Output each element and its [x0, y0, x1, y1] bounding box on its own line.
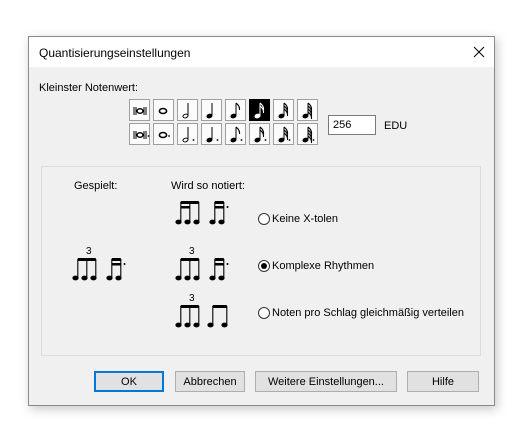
note-button-sixteenth[interactable] [249, 99, 270, 121]
note-button-dotted-quarter[interactable] [201, 123, 222, 145]
played-tuplet-number: 3 [86, 246, 92, 257]
note-button-sixty-fourth[interactable] [297, 99, 318, 121]
dotted-sixteenth-note-icon [254, 126, 267, 143]
played-rhythm-icon: 3 [72, 246, 126, 281]
radio-no-tuplets[interactable]: Keine X-tolen [258, 212, 338, 226]
note-button-quarter[interactable] [201, 99, 222, 121]
dotted-breve-note-icon [133, 131, 150, 139]
radio-evenly-distribute[interactable]: Noten pro Schlag gleichmäßig verteilen [258, 306, 464, 320]
note-button-half[interactable] [177, 99, 198, 121]
radio-evenly-distribute-circle[interactable] [258, 307, 270, 319]
quantization-dialog: Quantisierungseinstellungen Kleinster No… [28, 36, 495, 406]
eighth-note-icon [230, 102, 241, 119]
whole-note-icon [158, 107, 168, 115]
played-rhythm: 3 [71, 245, 141, 283]
title-bar: Quantisierungseinstellungen [29, 37, 494, 67]
help-button[interactable]: Hilfe [407, 371, 479, 392]
played-label: Gespielt: [74, 180, 118, 192]
rhythm-complex: 3 [174, 245, 244, 283]
note-button-dotted-thirty-second[interactable] [273, 123, 294, 145]
sixty-fourth-note-icon [302, 102, 313, 120]
breve-note-icon [133, 107, 147, 115]
dotted-thirty-second-note-icon [278, 126, 291, 143]
edu-value-input[interactable] [328, 115, 376, 135]
close-button[interactable] [464, 37, 494, 67]
complex-tuplet-number: 3 [189, 246, 195, 257]
dotted-quarter-note-icon [206, 127, 219, 143]
radio-complex-rhythms[interactable]: Komplexe Rhythmen [258, 259, 374, 273]
rhythm-evenly-distributed: 3 [174, 292, 244, 330]
ok-button[interactable]: OK [94, 371, 164, 392]
rhythm-evenly-icon: 3 [175, 293, 228, 328]
sixteenth-note-icon [254, 102, 265, 119]
dotted-sixty-fourth-note-icon [302, 126, 315, 144]
rhythm-no-tuplets [174, 191, 244, 227]
half-note-icon [182, 103, 189, 119]
radio-no-tuplets-circle[interactable] [258, 213, 270, 225]
note-button-eighth[interactable] [225, 99, 246, 121]
note-button-breve[interactable] [129, 99, 150, 121]
radio-complex-rhythms-label: Komplexe Rhythmen [272, 260, 375, 272]
note-button-dotted-sixteenth[interactable] [249, 123, 270, 145]
radio-no-tuplets-label: Keine X-tolen [272, 213, 339, 225]
note-button-dotted-whole[interactable] [153, 123, 174, 145]
thirty-second-note-icon [278, 102, 289, 119]
dotted-eighth-note-icon [230, 126, 243, 143]
dotted-whole-note-icon [158, 131, 170, 139]
radio-complex-rhythms-circle[interactable] [258, 260, 270, 272]
note-button-dotted-breve[interactable] [129, 123, 150, 145]
dotted-half-note-icon [182, 127, 195, 143]
smallest-note-label: Kleinster Notenwert: [39, 82, 139, 94]
more-settings-button[interactable]: Weitere Einstellungen... [255, 371, 397, 392]
rhythm-complex-icon: 3 [175, 246, 229, 281]
note-button-dotted-eighth[interactable] [225, 123, 246, 145]
radio-evenly-distribute-label: Noten pro Schlag gleichmäßig verteilen [272, 307, 464, 319]
cancel-button[interactable]: Abbrechen [175, 371, 245, 392]
rhythm-no-tuplets-icon [175, 201, 229, 225]
note-button-dotted-sixty-fourth[interactable] [297, 123, 318, 145]
quarter-note-icon [206, 103, 213, 119]
evenly-tuplet-number: 3 [189, 293, 195, 304]
edu-unit-label: EDU [384, 120, 408, 132]
close-icon [473, 46, 485, 58]
note-button-dotted-half[interactable] [177, 123, 198, 145]
note-button-whole[interactable] [153, 99, 174, 121]
note-button-thirty-second[interactable] [273, 99, 294, 121]
dialog-title: Quantisierungseinstellungen [39, 46, 191, 60]
